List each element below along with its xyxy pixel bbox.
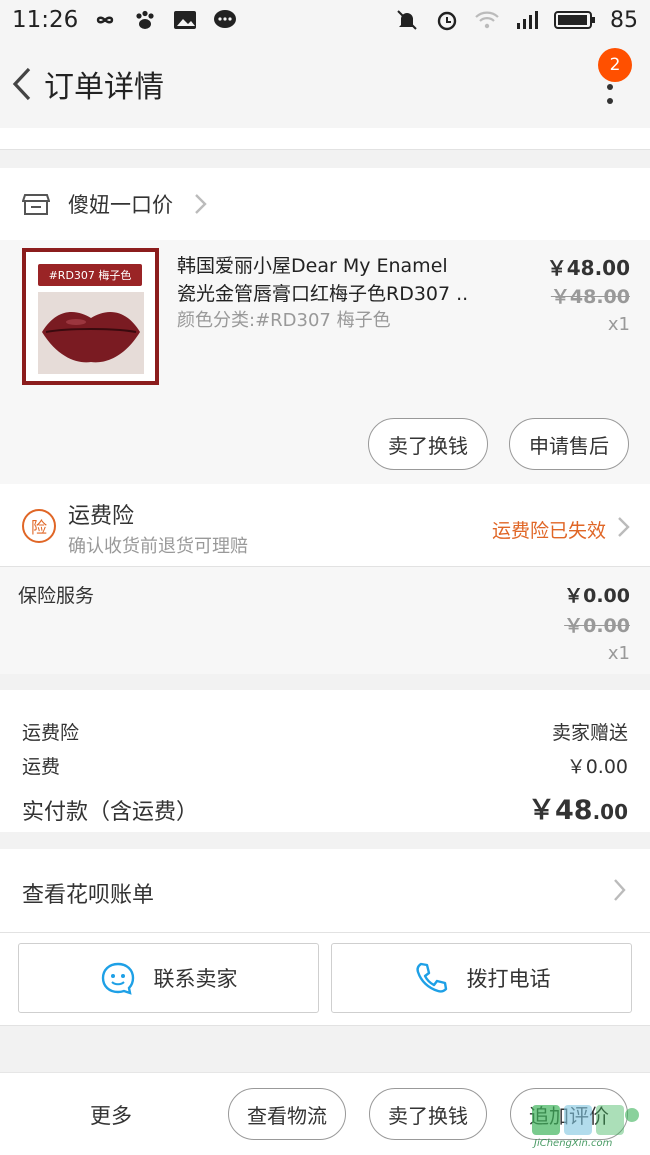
section-divider [0,1025,650,1045]
insurance-icon: 险 [22,509,56,543]
status-time: 11:26 [12,7,79,33]
view-logistics-button[interactable]: 查看物流 [228,1088,346,1140]
chevron-left-icon [12,67,31,101]
watermark-text: JiChengXin.com [534,1138,613,1149]
summary-row: 运费险 卖家赠送 [22,718,628,745]
chat-bubble-icon [101,962,134,995]
product-quantity: x1 [607,314,630,335]
after-sale-button[interactable]: 申请售后 [509,418,629,470]
dot-icon [607,84,613,90]
insurance-subtitle: 确认收货前退货可理赔 [68,536,248,557]
contact-section: 联系卖家 拨打电话 [0,933,650,1025]
service-original-price: ￥0.00 [564,615,630,637]
alarm-icon [437,11,457,31]
product-title: 韩国爱丽小屋Dear My Enamel 瓷光金管唇膏口红梅子色RD307 .. [177,252,507,308]
battery-level: 85 [610,7,638,33]
store-icon [22,194,50,215]
sell-for-cash-button[interactable]: 卖了换钱 [368,418,488,470]
contact-seller-button[interactable]: 联系卖家 [18,943,319,1013]
huabei-label: 查看花呗账单 [22,883,155,908]
product-image-tag: #RD307 梅子色 [38,264,142,286]
product-image[interactable]: #RD307 梅子色 [22,248,159,385]
status-bar: 11:26 85 [0,0,650,40]
summary-value: 卖家赠送 [551,722,628,744]
top-strip [0,128,650,150]
chevron-right-icon [614,879,626,901]
insurance-title: 运费险 [68,504,135,529]
summary-row: 运费 ￥0.00 [22,752,628,779]
phone-icon [415,962,447,993]
insurance-service-item: 保险服务 ￥0.00 ￥0.00 x1 [0,566,650,674]
page-title: 订单详情 [44,70,164,105]
back-button[interactable] [2,54,42,114]
shipping-insurance-row[interactable]: 险 运费险 确认收货前退货可理赔 运费险已失效 [0,484,650,566]
product-card[interactable]: #RD307 梅子色 韩国爱丽小屋Dear My Enamel 瓷光金管唇膏口红… [0,240,650,484]
total-amount-decimal: .00 [592,800,628,824]
order-summary: 运费险 卖家赠送 运费 ￥0.00 实付款（含运费） ￥48.00 [0,674,650,832]
product-original-price: ￥48.00 [550,286,630,308]
total-label: 实付款（含运费） [22,800,199,825]
lips-photo [38,292,144,374]
insurance-status: 运费险已失效 [491,520,606,542]
service-quantity: x1 [607,643,630,664]
total-amount: ￥48.00 [528,788,628,827]
mute-bell-icon [397,10,417,30]
more-actions-button[interactable]: 更多 [90,1100,132,1130]
summary-label: 运费险 [22,722,80,744]
product-price: ￥48.00 [546,256,630,280]
call-phone-label: 拨打电话 [466,967,551,991]
watermark-logo: JiChengXin.com [530,1101,642,1149]
dot-icon [607,98,613,104]
service-label: 保险服务 [18,585,95,607]
image-icon [174,11,197,29]
infinity-icon [97,16,114,24]
total-row: 实付款（含运费） ￥48.00 [22,788,628,827]
signal-icon [517,11,538,29]
sell-for-cash-button[interactable]: 卖了换钱 [369,1088,487,1140]
chat-icon [214,10,237,28]
notification-badge: 2 [598,48,632,82]
call-phone-button[interactable]: 拨打电话 [331,943,632,1013]
summary-label: 运费 [22,756,61,778]
store-name: 傻妞一口价 [68,193,173,217]
paw-icon [136,10,154,29]
product-sku: 颜色分类:#RD307 梅子色 [177,310,391,331]
wifi-icon [475,11,499,29]
product-title-line2: 瓷光金管唇膏口红梅子色RD307 .. [177,283,469,305]
huabei-bill-row[interactable]: 查看花呗账单 [0,849,650,933]
nav-bar: 订单详情 2 [0,40,650,128]
chevron-right-icon [618,517,630,537]
battery-icon [554,11,595,29]
total-amount-integer: ￥48 [527,795,593,826]
service-price: ￥0.00 [564,585,630,607]
contact-seller-label: 联系卖家 [153,967,238,991]
chevron-right-icon [195,194,207,214]
summary-value: ￥0.00 [566,756,628,778]
store-row[interactable]: 傻妞一口价 [0,168,650,240]
product-title-line1: 韩国爱丽小屋Dear My Enamel [177,255,448,277]
